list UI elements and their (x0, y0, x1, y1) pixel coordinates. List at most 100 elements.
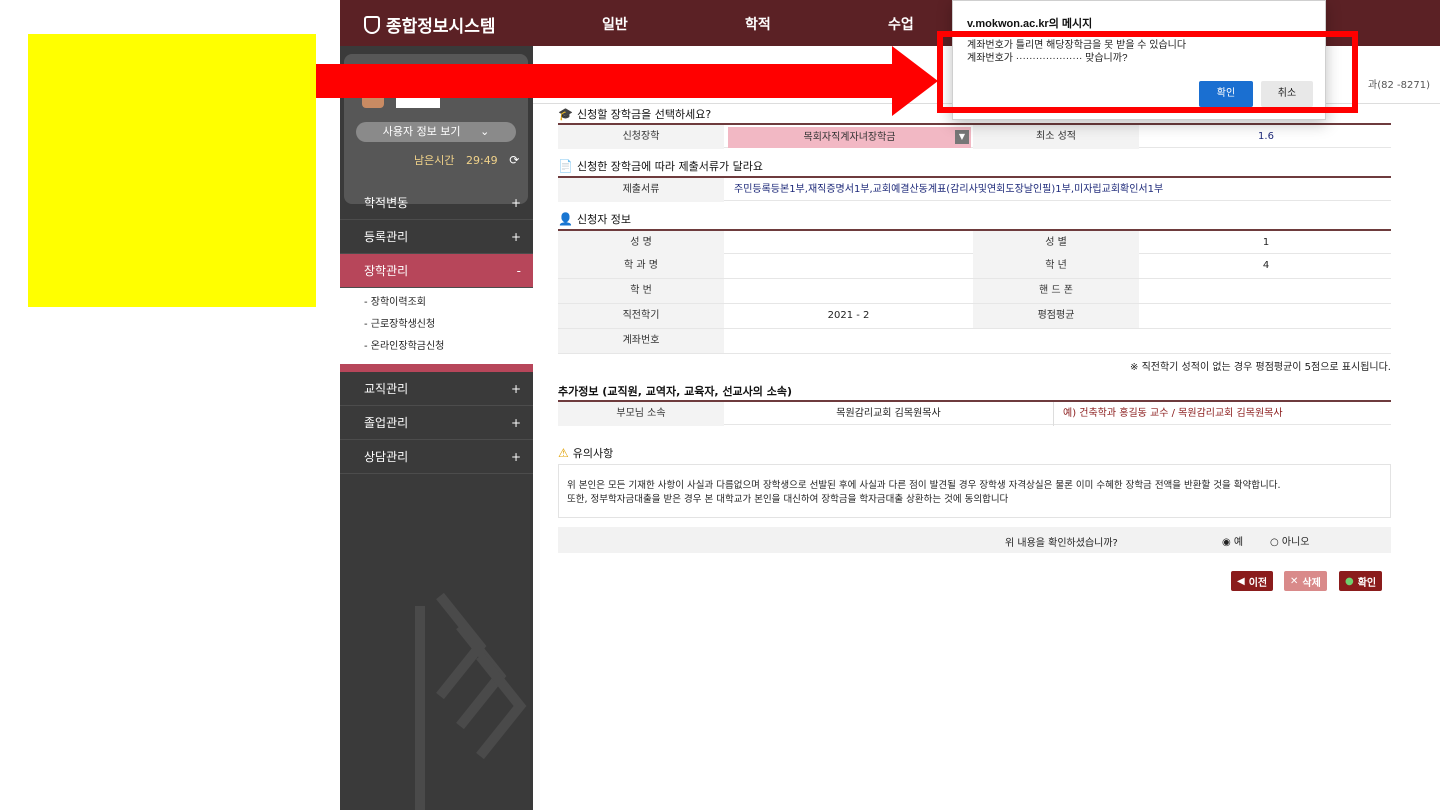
main-content: 과(82 -8271) 🎓 신청할 장학금을 선택하세요? 신청장학 목회자직계… (533, 46, 1440, 810)
warning-icon: ⚠ (558, 446, 569, 460)
apply-label: 신청장학 (558, 125, 724, 149)
scholarship-select[interactable]: 목회자직계자녀장학금 ▼ (728, 127, 971, 148)
nav-general[interactable]: 일반 (602, 14, 628, 34)
parent-affiliation-label: 부모님 소속 (558, 402, 724, 426)
confirm-row: 위 내용을 확인하셨습니까? ◉ 예 ○ 아니오 (558, 527, 1391, 553)
sidebar: 사용자 정보 보기 ⌄ 남은시간 29:49 ⟳ 학적변동 + 등록관리 + 장… (340, 46, 533, 810)
confirm-label: 확인 (1357, 577, 1377, 589)
phone-label: 핸 드 폰 (973, 279, 1139, 303)
dept-contact: 과(82 -8271) (1368, 80, 1430, 91)
expand-icon: + (510, 415, 521, 430)
radio-yes-label: 예 (1233, 537, 1244, 548)
refresh-icon[interactable]: ⟳ (509, 153, 519, 167)
scholarship-row: 신청장학 목회자직계자녀장학금 ▼ 최소 성적 1.6 (558, 123, 1391, 149)
caution-title: ⚠ 유의사항 (558, 445, 613, 461)
documents-row: 제출서류 주민등록등본1부,재직증명서1부,교회예결산동계표(감리사및연회도장날… (558, 176, 1391, 202)
system-title: 종합정보시스템 (386, 17, 496, 37)
menu-label: 졸업관리 (364, 416, 409, 430)
annotation-yellow-box (28, 34, 316, 307)
confirm-question: 위 내용을 확인하셨습니까? (1005, 538, 1118, 549)
submenu-scholarship-history[interactable]: - 장학이력조회 (364, 292, 533, 314)
menu-label: 상담관리 (364, 450, 409, 464)
dialog-title: v.mokwon.ac.kr의 메시지 (967, 18, 1093, 30)
documents-section-title: 📄 신청한 장학금에 따라 제출서류가 달라요 (558, 158, 763, 174)
sidebar-item-scholarship[interactable]: 장학관리 - (340, 254, 533, 288)
section-title: 신청자 정보 (576, 213, 632, 226)
applicant-row-account: 계좌번호 (558, 329, 1391, 354)
parent-affiliation-value[interactable]: 목원감리교회 김목원목사 (724, 402, 1054, 426)
expand-icon: + (510, 229, 521, 244)
gpa-note: ※ 직전학기 성적이 없는 경우 평점평균이 5점으로 표시됩니다. (1130, 362, 1391, 373)
scholarship-select-value: 목회자직계자녀장학금 (803, 132, 896, 143)
delete-label: 삭제 (1302, 577, 1321, 589)
confirm-button[interactable]: ● 확인 (1339, 571, 1383, 591)
prev-semester-value: 2021 - 2 (827, 310, 870, 321)
section-title: 유의사항 (572, 447, 614, 460)
documents-value: 주민등록등본1부,재직증명서1부,교회예결산동계표(감리사및연회도장날인필)1부… (734, 184, 1164, 195)
user-icon: 👤 (558, 212, 573, 226)
remain-time: 29:49 (465, 154, 498, 167)
prev-semester-label: 직전학기 (558, 304, 724, 328)
expand-icon: + (510, 195, 521, 210)
expand-icon: + (510, 449, 521, 464)
applicant-row-name: 성 명 성 별 1 (558, 229, 1391, 255)
radio-no[interactable]: ○ 아니오 (1270, 533, 1310, 548)
annotation-red-rectangle (937, 31, 1358, 113)
dropdown-arrow-icon: ▼ (955, 130, 969, 144)
arrow-left-icon: ◀ (1237, 575, 1245, 587)
university-emblem-icon (364, 15, 380, 34)
collapse-icon: - (516, 263, 521, 278)
applicant-row-id: 학 번 핸 드 폰 (558, 279, 1391, 304)
university-watermark-logo (415, 592, 527, 810)
sidebar-item-counseling[interactable]: 상담관리 + (340, 440, 533, 474)
student-id-label: 학 번 (558, 279, 724, 303)
caution-line-1: 위 본인은 모든 기재한 사항이 사실과 다름없으며 장학생으로 선발된 후에 … (567, 480, 1281, 491)
sidebar-item-teaching[interactable]: 교직관리 + (340, 372, 533, 406)
affiliation-example: 예) 건축학과 홍길동 교수 / 목원감리교회 김목원목사 (1063, 408, 1283, 419)
sidebar-menu: 학적변동 + 등록관리 + 장학관리 - - 장학이력조회 - 근로장학생신청 … (340, 186, 533, 474)
applicant-row-dept: 학 과 명 학 년 4 (558, 254, 1391, 279)
remain-label: 남은시간 (414, 154, 455, 167)
prev-label: 이전 (1248, 577, 1268, 589)
submenu-online-scholarship[interactable]: - 온라인장학금신청 (364, 336, 533, 358)
account-label: 계좌번호 (558, 329, 724, 353)
applicant-section-title: 👤 신청자 정보 (558, 211, 631, 227)
user-info-label: 사용자 정보 보기 (382, 125, 461, 138)
applicant-row-semester: 직전학기 2021 - 2 평점평균 (558, 304, 1391, 329)
annotation-red-arrow (316, 46, 938, 116)
gpa-label: 평점평균 (973, 304, 1139, 328)
sidebar-item-registration[interactable]: 등록관리 + (340, 220, 533, 254)
documents-label: 제출서류 (558, 178, 724, 202)
menu-label: 등록관리 (364, 230, 409, 244)
document-icon: 📄 (558, 159, 573, 173)
extra-section-title: 추가정보 (교직원, 교역자, 교육자, 선교사의 소속) (558, 385, 793, 398)
extra-row: 부모님 소속 목원감리교회 김목원목사 예) 건축학과 홍길동 교수 / 목원감… (558, 400, 1391, 426)
system-logo[interactable]: 종합정보시스템 (364, 12, 495, 37)
caution-line-2: 또한, 정부학자금대출을 받은 경우 본 대학교가 본인을 대신하여 장학금을 … (567, 494, 1009, 505)
min-grade-value: 1.6 (1258, 131, 1274, 142)
sidebar-item-academic-change[interactable]: 학적변동 + (340, 186, 533, 220)
menu-label: 학적변동 (364, 196, 409, 210)
sidebar-item-graduation[interactable]: 졸업관리 + (340, 406, 533, 440)
expand-icon: + (510, 381, 521, 396)
year-label: 학 년 (973, 254, 1139, 278)
check-icon: ● (1345, 575, 1354, 587)
gender-label: 성 별 (973, 231, 1139, 255)
session-timer: 남은시간 29:49 ⟳ (414, 152, 519, 168)
radio-no-label: 아니오 (1281, 537, 1310, 548)
submenu-work-scholarship[interactable]: - 근로장학생신청 (364, 314, 533, 336)
delete-button[interactable]: ✕ 삭제 (1284, 571, 1327, 591)
caution-box: 위 본인은 모든 기재한 사항이 사실과 다름없으며 장학생으로 선발된 후에 … (558, 464, 1391, 518)
nav-academic[interactable]: 학적 (745, 14, 771, 34)
prev-button[interactable]: ◀ 이전 (1231, 571, 1274, 591)
scholarship-submenu: - 장학이력조회 - 근로장학생신청 - 온라인장학금신청 (340, 288, 533, 372)
year-value: 4 (1262, 260, 1270, 271)
section-title: 신청한 장학금에 따라 제출서류가 달라요 (576, 160, 763, 173)
min-grade-label: 최소 성적 (973, 125, 1139, 149)
close-icon: ✕ (1290, 575, 1299, 587)
nav-class[interactable]: 수업 (888, 14, 914, 34)
radio-yes[interactable]: ◉ 예 (1222, 533, 1243, 548)
dept-label: 학 과 명 (558, 254, 724, 278)
name-label: 성 명 (558, 231, 724, 255)
menu-label: 교직관리 (364, 382, 409, 396)
